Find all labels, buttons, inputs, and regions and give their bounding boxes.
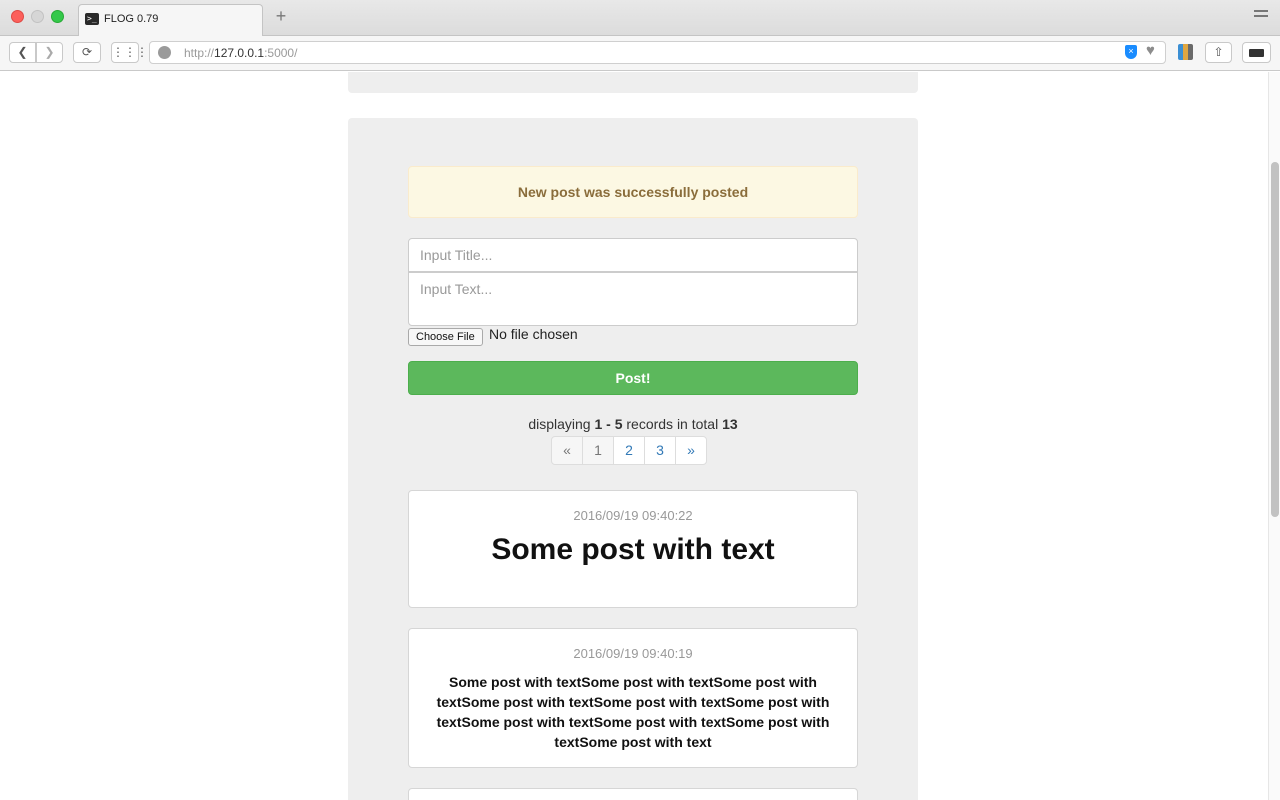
browser-toolbar: ❮ ❯ ⟳ ⋮⋮⋮ http://127.0.0.1:5000/ <box>0 36 1280 71</box>
post-title: Some post with text <box>491 533 775 566</box>
close-window-button[interactable] <box>11 10 24 23</box>
back-button[interactable]: ❮ <box>9 42 36 63</box>
heart-icon[interactable]: ♥ <box>1146 42 1155 59</box>
choose-file-button[interactable]: Choose File <box>408 328 483 346</box>
forward-button[interactable]: ❯ <box>36 42 63 63</box>
next-page-button[interactable]: » <box>675 436 707 465</box>
reload-button[interactable]: ⟳ <box>73 42 101 63</box>
post-card: 2016/09/19 09:40:22 Some post with text <box>408 490 858 608</box>
success-alert: New post was successfully posted <box>408 166 858 218</box>
header-card <box>348 72 918 93</box>
shield-extension-icon[interactable]: × <box>1125 45 1137 59</box>
post-date: 2016/09/19 09:40:22 <box>573 508 693 523</box>
records-summary: displaying 1 - 5 records in total 13 <box>528 416 738 432</box>
page-3-button[interactable]: 3 <box>644 436 676 465</box>
post-card <box>408 788 858 800</box>
browser-tab[interactable]: >_ FLOG 0.79 <box>78 4 263 36</box>
post-card: 2016/09/19 09:40:19 Some post with textS… <box>408 628 858 768</box>
previous-page-button[interactable]: « <box>551 436 583 465</box>
file-status: No file chosen <box>489 326 578 342</box>
tab-title: FLOG 0.79 <box>104 13 159 25</box>
battery-icon[interactable] <box>1242 42 1271 63</box>
minimize-window-button[interactable] <box>31 10 44 23</box>
maximize-window-button[interactable] <box>51 10 64 23</box>
page-viewport: New post was successfully posted Choose … <box>0 72 1268 800</box>
pagination: « 1 2 3 » <box>551 436 707 465</box>
books-extension-icon[interactable] <box>1178 44 1193 60</box>
post-date: 2016/09/19 09:40:19 <box>573 646 693 661</box>
terminal-icon: >_ <box>85 13 99 25</box>
text-input[interactable] <box>408 272 858 326</box>
page-scrollbar[interactable] <box>1268 72 1280 800</box>
globe-icon <box>158 46 171 59</box>
main-card: New post was successfully posted Choose … <box>348 118 918 800</box>
scrollbar-thumb[interactable] <box>1271 162 1279 517</box>
tab-list-icon[interactable] <box>1254 10 1268 24</box>
page-2-button[interactable]: 2 <box>613 436 645 465</box>
address-bar[interactable]: http://127.0.0.1:5000/ <box>149 41 1166 64</box>
title-input[interactable] <box>408 238 858 272</box>
window-titlebar: >_ FLOG 0.79 + <box>0 0 1280 36</box>
post-button[interactable]: Post! <box>408 361 858 395</box>
page-1-button[interactable]: 1 <box>582 436 614 465</box>
grid-icon[interactable]: ⋮⋮⋮ <box>111 42 148 63</box>
share-icon[interactable]: ⇧ <box>1205 42 1232 63</box>
new-tab-button[interactable]: + <box>271 6 291 26</box>
url-text: http://127.0.0.1:5000/ <box>184 46 298 60</box>
post-text: Some post with textSome post with textSo… <box>436 674 830 750</box>
